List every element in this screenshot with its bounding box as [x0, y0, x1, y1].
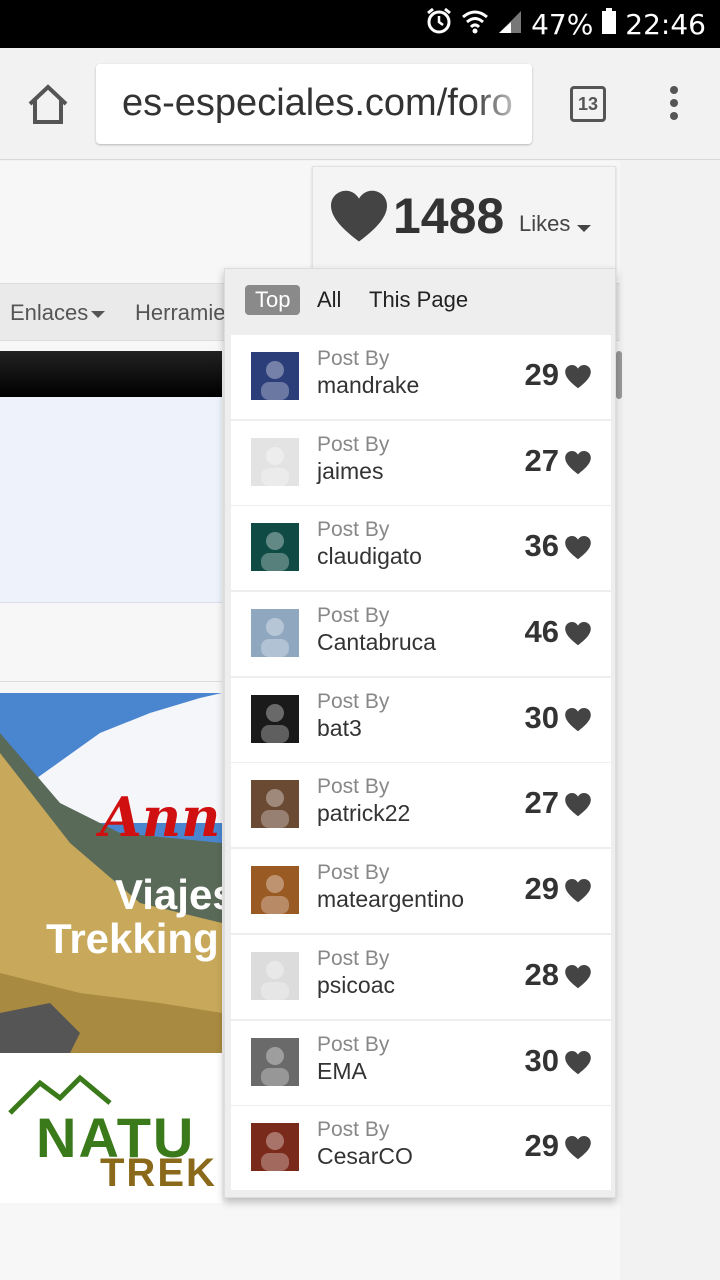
post-by-label: Post By [317, 347, 390, 370]
like-count: 27 [524, 442, 559, 478]
username-link[interactable]: bat3 [317, 715, 362, 742]
list-item[interactable]: Post By psicoac 28 [231, 934, 611, 1019]
username-link[interactable]: jaimes [317, 458, 383, 485]
post-by-label: Post By [317, 946, 390, 970]
scrollbar[interactable] [616, 351, 622, 399]
like-count: 36 [524, 528, 559, 564]
username-link[interactable]: claudigato [317, 543, 422, 570]
signal-icon [497, 7, 523, 42]
avatar[interactable] [251, 866, 299, 915]
likes-tabs: Top All This Page [225, 269, 617, 333]
likes-label: Likes [519, 211, 571, 236]
avatar[interactable] [251, 1123, 299, 1172]
avatar[interactable] [251, 437, 299, 486]
username-link[interactable]: patrick22 [317, 800, 410, 827]
browser-toolbar: es-especiales.com/foro 13 [0, 48, 720, 160]
list-item[interactable]: Post By bat3 30 [231, 677, 611, 762]
tab-all[interactable]: All [317, 285, 341, 315]
content-box [0, 397, 222, 603]
heart-icon [565, 879, 591, 903]
status-bar: 47% 22:46 [0, 0, 720, 48]
like-count: 29 [524, 357, 559, 392]
heart-icon [331, 190, 387, 242]
battery-icon [601, 7, 617, 42]
home-icon[interactable] [22, 78, 74, 130]
like-count: 27 [524, 785, 559, 821]
post-by-label: Post By [317, 604, 390, 628]
battery-percent: 47% [531, 7, 594, 41]
chevron-down-icon [91, 310, 106, 318]
list-item[interactable]: Post By Cantabruca 46 [231, 592, 611, 677]
nav-enlaces[interactable]: Enlaces [10, 300, 106, 326]
tab-this-page[interactable]: This Page [369, 285, 468, 315]
list-item[interactable]: Post By EMA 30 [231, 1020, 611, 1105]
likes-dropdown: Top All This Page Post By mandrake 29 Post … [224, 268, 616, 1198]
alarm-icon [425, 7, 453, 42]
post-by-label: Post By [317, 775, 390, 799]
like-count: 30 [524, 699, 559, 735]
overflow-menu-icon[interactable] [664, 86, 684, 126]
username-link[interactable]: mateargentino [317, 886, 464, 913]
avatar[interactable] [251, 780, 299, 829]
avatar[interactable] [251, 523, 299, 572]
username-link[interactable]: psicoac [317, 972, 395, 999]
username-link[interactable]: Cantabruca [317, 629, 436, 656]
avatar[interactable] [251, 352, 299, 400]
list-item[interactable]: Post By CesarCO 29 [231, 1106, 611, 1191]
chevron-down-icon [577, 225, 591, 232]
heart-icon [565, 622, 591, 646]
tab-top[interactable]: Top [245, 285, 301, 315]
tab-switcher-button[interactable]: 13 [570, 86, 606, 122]
avatar[interactable] [251, 951, 299, 1000]
avatar[interactable] [251, 1037, 299, 1086]
company-logo: NATU TREK [0, 1053, 222, 1203]
like-count: 30 [524, 1042, 559, 1078]
post-by-label: Post By [317, 1032, 390, 1056]
clock: 22:46 [625, 7, 706, 41]
likes-list: Post By mandrake 29 Post By jaimes 27 Post By c… [231, 335, 611, 1192]
list-item[interactable]: Post By claudigato 36 [231, 506, 611, 591]
heart-icon [565, 1136, 591, 1160]
like-count: 29 [524, 871, 559, 907]
advertisement-banner[interactable]: Ann Viajes Trekking [0, 693, 222, 1053]
likes-count: 1488 [393, 188, 505, 244]
username-link[interactable]: CesarCO [317, 1143, 413, 1170]
avatar[interactable] [251, 609, 299, 658]
url-text: es-especiales.com/foro [122, 82, 513, 124]
avatar[interactable] [251, 694, 299, 743]
heart-icon [565, 707, 591, 731]
username-link[interactable]: mandrake [317, 372, 419, 399]
heart-icon [565, 450, 591, 474]
list-item[interactable]: Post By jaimes 27 [231, 420, 611, 505]
list-item[interactable]: Post By mateargentino 29 [231, 849, 611, 934]
post-by-label: Post By [317, 1118, 390, 1142]
like-count: 29 [524, 1128, 559, 1164]
heart-icon [565, 1050, 591, 1074]
header-bar [0, 351, 222, 397]
heart-icon [565, 793, 591, 817]
heart-icon [565, 536, 591, 560]
heart-icon [565, 365, 591, 389]
url-bar[interactable]: es-especiales.com/foro [96, 64, 532, 144]
wifi-icon [461, 7, 489, 42]
list-item[interactable]: Post By mandrake 29 [231, 335, 611, 419]
username-link[interactable]: EMA [317, 1058, 367, 1085]
likes-button[interactable]: 1488 Likes [312, 166, 616, 270]
heart-icon [565, 964, 591, 989]
post-by-label: Post By [317, 861, 390, 885]
post-by-label: Post By [317, 432, 390, 456]
like-count: 28 [524, 956, 559, 992]
post-by-label: Post By [317, 689, 390, 713]
list-item[interactable]: Post By patrick22 27 [231, 763, 611, 848]
post-by-label: Post By [317, 518, 390, 542]
like-count: 46 [524, 614, 559, 650]
